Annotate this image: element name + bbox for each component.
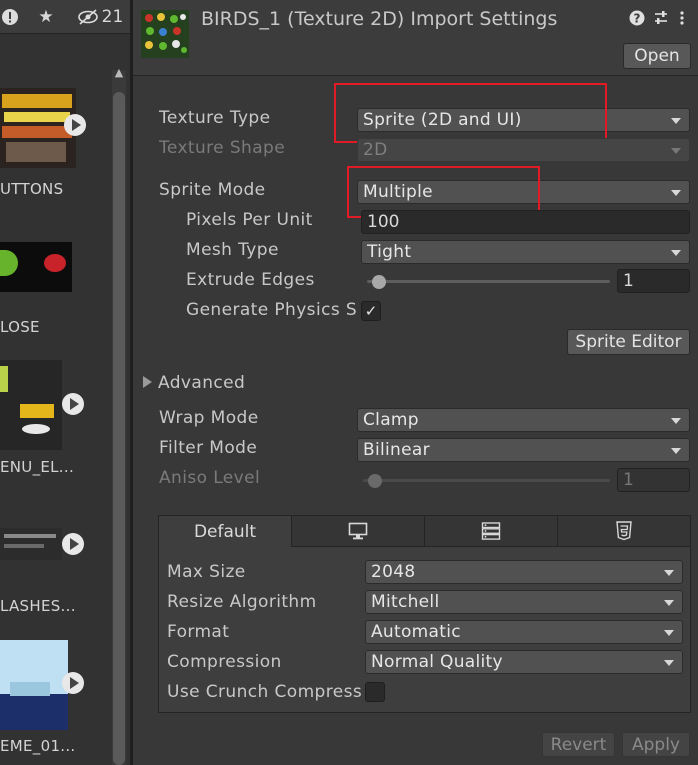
platform-tabs: Default <box>159 516 690 547</box>
aniso-level-label: Aniso Level <box>159 468 261 488</box>
monitor-icon <box>348 522 368 540</box>
inspector-panel: BIRDS_1 (Texture 2D) Import Settings ? O… <box>133 0 698 765</box>
resize-algorithm-value: Mitchell <box>371 592 440 612</box>
chevron-down-icon <box>671 418 681 424</box>
sprite-editor-button[interactable]: Sprite Editor <box>567 329 690 355</box>
project-panel: ★ 21 UTTONS LOSE ENU_EL... LASHES... EME… <box>0 0 130 765</box>
extrude-slider[interactable] <box>367 280 610 283</box>
texture-shape-label: Texture Shape <box>159 138 286 158</box>
html5-icon <box>616 521 632 541</box>
texture-thumbnail <box>141 10 189 58</box>
project-toolbar: ★ 21 <box>0 0 130 34</box>
format-value: Automatic <box>371 622 461 642</box>
aniso-slider <box>363 479 610 482</box>
scroll-up-icon[interactable]: ▲ <box>112 66 126 80</box>
chevron-down-icon <box>671 118 681 124</box>
play-icon[interactable] <box>62 672 84 694</box>
triangle-right-icon <box>143 376 152 388</box>
asset-thumbnail[interactable] <box>0 528 62 560</box>
crunch-compression-checkbox[interactable] <box>365 682 385 702</box>
sliders-icon[interactable] <box>653 10 669 30</box>
hidden-count: 21 <box>101 7 124 27</box>
aniso-slider-handle <box>368 474 383 488</box>
crunch-compression-label: Use Crunch Compress <box>167 682 363 702</box>
asset-label: UTTONS <box>0 180 64 198</box>
wrap-mode-value: Clamp <box>363 410 419 430</box>
hidden-items-toggle[interactable]: 21 <box>74 5 126 29</box>
ppu-label: Pixels Per Unit <box>186 210 313 230</box>
asset-thumbnail[interactable] <box>0 640 68 730</box>
inspector-title: BIRDS_1 (Texture 2D) Import Settings <box>201 8 558 30</box>
play-icon[interactable] <box>64 114 86 136</box>
resize-algorithm-label: Resize Algorithm <box>167 592 317 612</box>
mesh-type-dropdown[interactable]: Tight <box>361 240 690 264</box>
exclamation-icon[interactable] <box>0 5 20 29</box>
chevron-down-icon <box>671 250 681 256</box>
eye-slash-icon <box>77 9 98 25</box>
ppu-field[interactable]: 100 <box>361 210 690 234</box>
advanced-label: Advanced <box>158 373 246 393</box>
max-size-label: Max Size <box>167 562 246 582</box>
chevron-down-icon <box>664 600 674 606</box>
aniso-level-field: 1 <box>617 468 690 492</box>
inspector-header: BIRDS_1 (Texture 2D) Import Settings ? O… <box>133 0 698 76</box>
chevron-down-icon <box>664 630 674 636</box>
asset-thumbnail[interactable] <box>0 242 72 292</box>
highlight-box <box>334 83 607 143</box>
wrap-mode-label: Wrap Mode <box>159 408 259 428</box>
kebab-icon[interactable] <box>679 10 685 30</box>
star-icon[interactable]: ★ <box>34 5 58 29</box>
extrude-slider-handle[interactable] <box>372 275 387 289</box>
format-dropdown[interactable]: Automatic <box>365 620 683 644</box>
texture-type-label: Texture Type <box>159 108 271 128</box>
mesh-type-label: Mesh Type <box>186 240 279 260</box>
mesh-type-value: Tight <box>367 242 412 262</box>
generate-physics-label: Generate Physics S <box>186 300 358 320</box>
scrollbar-thumb[interactable] <box>113 92 125 765</box>
asset-label: EME_01... <box>0 737 76 755</box>
sprite-mode-label: Sprite Mode <box>159 180 266 200</box>
resize-algorithm-dropdown[interactable]: Mitchell <box>365 590 683 614</box>
apply-button[interactable]: Apply <box>622 732 690 757</box>
tab-server[interactable] <box>425 516 558 547</box>
filter-mode-value: Bilinear <box>363 440 430 460</box>
chevron-down-icon <box>671 190 681 196</box>
asset-label: ENU_EL... <box>0 458 75 476</box>
filter-mode-dropdown[interactable]: Bilinear <box>357 438 690 462</box>
compression-label: Compression <box>167 652 282 672</box>
tab-standalone[interactable] <box>292 516 425 547</box>
tab-default[interactable]: Default <box>159 516 292 547</box>
chevron-down-icon <box>664 570 674 576</box>
open-button[interactable]: Open <box>623 43 691 69</box>
revert-button[interactable]: Revert <box>542 732 615 757</box>
max-size-value: 2048 <box>371 562 416 582</box>
advanced-foldout[interactable]: Advanced <box>143 373 245 393</box>
chevron-down-icon <box>671 148 681 154</box>
help-icon[interactable]: ? <box>629 10 645 30</box>
extrude-edges-field[interactable]: 1 <box>617 269 690 293</box>
platform-settings-panel: Default Max Size 2048 Resize Algorithm M… <box>158 515 691 713</box>
asset-label: LOSE <box>0 318 40 336</box>
tab-webgl[interactable] <box>558 516 690 547</box>
compression-dropdown[interactable]: Normal Quality <box>365 650 683 674</box>
server-icon <box>481 522 501 540</box>
asset-label: LASHES... <box>0 597 76 615</box>
chevron-down-icon <box>664 660 674 666</box>
svg-text:?: ? <box>634 12 641 26</box>
max-size-dropdown[interactable]: 2048 <box>365 560 683 584</box>
wrap-mode-dropdown[interactable]: Clamp <box>357 408 690 432</box>
play-icon[interactable] <box>62 393 84 415</box>
filter-mode-label: Filter Mode <box>159 438 258 458</box>
texture-shape-value: 2D <box>363 140 388 160</box>
generate-physics-checkbox[interactable]: ✓ <box>361 301 381 321</box>
asset-thumbnail[interactable] <box>0 360 62 450</box>
texture-shape-dropdown: 2D <box>357 138 690 162</box>
format-label: Format <box>167 622 230 642</box>
play-icon[interactable] <box>62 533 84 555</box>
extrude-edges-label: Extrude Edges <box>186 270 315 290</box>
compression-value: Normal Quality <box>371 652 503 672</box>
chevron-down-icon <box>671 448 681 454</box>
